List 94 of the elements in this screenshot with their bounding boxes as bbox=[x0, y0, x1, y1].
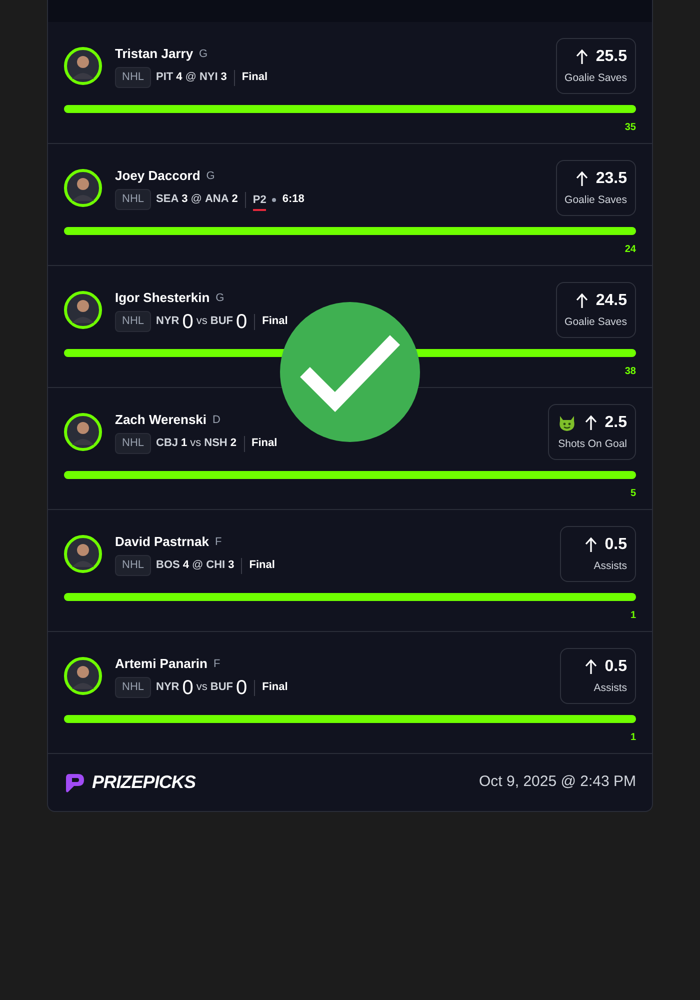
team-score: 0 bbox=[182, 678, 194, 698]
team-name: BUF bbox=[210, 314, 233, 330]
team-name: PIT bbox=[156, 70, 174, 86]
player-avatar bbox=[64, 412, 102, 451]
team-name: NSH bbox=[204, 436, 228, 452]
projection-line: 2.5 bbox=[604, 413, 627, 433]
game-status: Final bbox=[262, 680, 288, 696]
team-name: BOS bbox=[156, 558, 180, 574]
league-tag: NHL bbox=[115, 311, 152, 332]
matchup-separator: vs bbox=[196, 680, 208, 696]
player-avatar bbox=[64, 290, 102, 329]
team-score: 1 bbox=[181, 436, 188, 452]
player-position: G bbox=[206, 168, 215, 184]
player-position: F bbox=[213, 656, 220, 672]
matchup-separator: @ bbox=[185, 70, 196, 86]
stat-type: Assists bbox=[594, 681, 627, 696]
stat-type: Goalie Saves bbox=[564, 71, 627, 86]
logo-icon bbox=[64, 772, 86, 794]
team-name: CHI bbox=[206, 558, 226, 574]
team-name: NYI bbox=[199, 70, 218, 86]
player-name: Zach Werenski bbox=[115, 411, 207, 429]
arrow-up-icon bbox=[584, 415, 597, 431]
player-avatar bbox=[64, 534, 102, 573]
game-period: P2 bbox=[252, 192, 266, 212]
team-name: NYR bbox=[156, 314, 180, 330]
projection-line: 24.5 bbox=[596, 291, 627, 311]
projection-line: 0.5 bbox=[604, 535, 627, 555]
team-score: 4 bbox=[182, 558, 189, 574]
arrow-up-icon bbox=[576, 49, 588, 65]
player-name: Joey Daccord bbox=[115, 167, 200, 185]
player-avatar bbox=[64, 168, 102, 207]
team-name: ANA bbox=[204, 192, 229, 208]
team-score: 3 bbox=[182, 192, 188, 208]
team-name: SEA bbox=[156, 192, 179, 208]
team-score: 3 bbox=[228, 558, 234, 574]
projection-line: 23.5 bbox=[596, 169, 627, 189]
stat-type: Assists bbox=[594, 559, 627, 574]
player-avatar bbox=[64, 46, 102, 85]
result-value: 24 bbox=[624, 243, 636, 257]
game-status: Final bbox=[249, 558, 275, 574]
result-value: 35 bbox=[624, 121, 636, 135]
projection-line: 0.5 bbox=[604, 657, 627, 677]
stat-type: Goalie Saves bbox=[564, 193, 627, 208]
matchup-separator: @ bbox=[192, 558, 204, 574]
stat-type: Shots On Goal bbox=[558, 437, 627, 452]
projection-card[interactable]: 2.5 Shots On Goal bbox=[548, 404, 636, 460]
player-avatar bbox=[64, 656, 102, 695]
projection-card[interactable]: 0.5 Assists bbox=[560, 648, 636, 704]
result-value: 1 bbox=[630, 609, 636, 623]
player-position: F bbox=[214, 534, 222, 550]
game-clock: 6:18 bbox=[282, 192, 304, 208]
projection-card[interactable]: 0.5 Assists bbox=[560, 526, 636, 582]
player-name: David Pastrnak bbox=[115, 533, 209, 551]
arrow-up-icon bbox=[584, 537, 597, 553]
game-status: Final bbox=[242, 70, 268, 86]
projection-line: 25.5 bbox=[596, 47, 627, 67]
league-tag: NHL bbox=[115, 555, 152, 576]
team-name: CBJ bbox=[156, 436, 178, 452]
team-score: 2 bbox=[230, 436, 237, 452]
projection-card[interactable]: 24.5 Goalie Saves bbox=[556, 282, 636, 338]
arrow-up-icon bbox=[576, 171, 588, 187]
result-value: 5 bbox=[630, 487, 636, 501]
team-score: 0 bbox=[236, 312, 248, 332]
team-score: 4 bbox=[176, 70, 182, 86]
game-status: Final bbox=[262, 314, 288, 330]
player-position: D bbox=[212, 412, 220, 428]
player-name: Igor Shesterkin bbox=[115, 289, 210, 307]
team-score: 3 bbox=[220, 70, 227, 86]
projection-card[interactable]: 25.5 Goalie Saves bbox=[556, 38, 636, 94]
arrow-up-icon bbox=[584, 659, 597, 675]
player-name: Tristan Jarry bbox=[115, 45, 194, 63]
result-value: 38 bbox=[624, 365, 636, 379]
result-value: 1 bbox=[630, 731, 636, 745]
league-tag: NHL bbox=[115, 67, 152, 88]
team-score: 2 bbox=[232, 192, 238, 208]
team-score: 0 bbox=[182, 312, 194, 332]
player-position: G bbox=[216, 290, 224, 306]
projection-card[interactable]: 23.5 Goalie Saves bbox=[556, 160, 636, 216]
league-tag: NHL bbox=[115, 677, 152, 698]
stat-type: Goalie Saves bbox=[564, 315, 627, 330]
team-score: 0 bbox=[236, 678, 248, 698]
matchup-separator: vs bbox=[190, 436, 202, 452]
game-status: Final bbox=[252, 436, 278, 452]
matchup-separator: @ bbox=[190, 192, 202, 208]
team-name: NYR bbox=[156, 680, 180, 696]
matchup-separator: vs bbox=[196, 314, 208, 330]
brand-name: PRIZEPICKS bbox=[92, 771, 196, 794]
league-tag: NHL bbox=[115, 433, 152, 454]
league-tag: NHL bbox=[115, 189, 152, 210]
arrow-up-icon bbox=[576, 293, 588, 309]
team-name: BUF bbox=[210, 680, 233, 696]
timestamp: Oct 9, 2025 @ 2:43 PM bbox=[479, 772, 636, 792]
player-position: G bbox=[199, 46, 208, 62]
player-name: Artemi Panarin bbox=[115, 655, 208, 673]
